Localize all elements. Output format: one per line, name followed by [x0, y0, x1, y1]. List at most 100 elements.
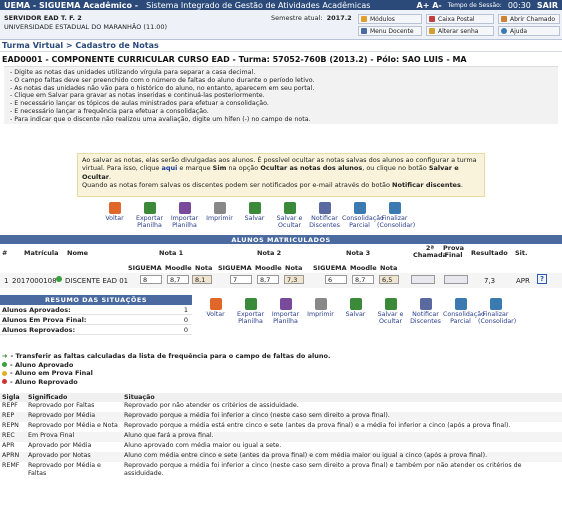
arrow-left-button[interactable]: Voltar: [97, 202, 132, 229]
import-spreadsheet-button[interactable]: Importar Planilha: [268, 298, 303, 325]
summary-row: Alunos Em Prova Final: 0: [0, 315, 192, 325]
instruction-item: - É necessário lançar a frequência para …: [10, 107, 209, 115]
teacher-menu-icon: [361, 28, 367, 34]
toolbar-label: Notificar Discentes: [410, 311, 441, 325]
nota1-final-field: 8,1: [192, 275, 212, 284]
nota3-final-field: 6,5: [379, 275, 399, 284]
toolbar-label: Finalizar (Consolidar): [478, 311, 517, 325]
student-matricula: 2017000108: [12, 277, 57, 285]
toolbar-label: Consolidação Parcial: [443, 311, 485, 325]
nota1-moodle-field: 8,7: [167, 275, 189, 284]
logout-button[interactable]: SAIR: [537, 1, 558, 10]
user-name: SERVIDOR EAD T. F. 2: [4, 14, 82, 22]
change-password-button[interactable]: Alterar senha: [426, 26, 494, 36]
teacher-menu-button[interactable]: Menu Docente: [358, 26, 422, 36]
breadcrumb: Turma Virtual > Cadastro de Notas: [0, 40, 562, 52]
nota3-moodle-field: 8,7: [352, 275, 374, 284]
notify-button[interactable]: Notificar Discentes: [408, 298, 443, 325]
status-badge: APR: [516, 277, 530, 285]
partial-consolidation-button[interactable]: Consolidação Parcial: [443, 298, 485, 325]
nota3-siguema-input[interactable]: 6: [325, 275, 347, 284]
table-row: REPN Reprovado por Média e Nota Reprovado …: [2, 422, 511, 429]
save-icon: [349, 298, 362, 310]
font-size-controls[interactable]: A+ A-: [417, 1, 442, 10]
export-spreadsheet-icon: [143, 202, 156, 214]
ticket-icon: [501, 16, 507, 22]
printer-button[interactable]: Imprimir: [303, 298, 338, 325]
action-toolbar-bottom: Voltar Exportar Planilha Importar Planilha…: [198, 298, 517, 325]
save-button[interactable]: Salvar: [338, 298, 373, 325]
summary-header: RESUMO DAS SITUAÇÕES: [0, 295, 192, 305]
institution: UNIVERSIDADE ESTADUAL DO MARANHÃO (11.00…: [4, 23, 168, 31]
help-button[interactable]: Ajuda: [498, 26, 560, 36]
mailbox-icon: [429, 16, 435, 22]
table-row: REPF Reprovado por Faltas Reprovado por nã…: [2, 402, 299, 409]
final-exam-icon: [2, 370, 7, 376]
arrow-left-icon: [108, 202, 121, 214]
session-label: Tempo de Sessão:: [447, 1, 502, 9]
toolbar-label: Voltar: [105, 215, 124, 222]
transfer-arrow-icon: ➜: [2, 352, 8, 360]
result-value: 7,3: [484, 277, 496, 285]
toolbar-label: Exportar Planilha: [135, 215, 164, 229]
table-row: APRN Aprovado por Notas Aluno com média en…: [0, 452, 562, 462]
student-name: DISCENTE EAD 01: [65, 277, 129, 285]
visibility-notice: Ao salvar as notas, elas serão divulgada…: [77, 153, 485, 197]
printer-icon: [213, 202, 226, 214]
status-summary: RESUMO DAS SITUAÇÕES Alunos Aprovados: 1 …: [0, 295, 192, 335]
partial-consolidation-icon: [454, 298, 467, 310]
partial-consolidation-button[interactable]: Consolidação Parcial: [342, 202, 384, 229]
app-brand: UEMA - SIGUEMA Acadêmico -: [4, 0, 139, 10]
nota2-siguema-input[interactable]: 7: [230, 275, 252, 284]
save-hide-button[interactable]: Salvar e Ocultar: [272, 202, 307, 229]
instruction-item: - O campo faltas deve ser preenchido com…: [10, 76, 315, 84]
summary-row: Alunos Reprovados: 0: [0, 325, 192, 335]
finalize-icon: [489, 298, 502, 310]
toolbar-label: Salvar e Ocultar: [377, 311, 404, 325]
help-icon: [501, 28, 507, 34]
class-title: EAD0001 - COMPONENTE CURRICULAR CURSO EA…: [2, 54, 467, 64]
table-header-row: Sigla Significado Situação: [0, 393, 562, 402]
export-spreadsheet-button[interactable]: Exportar Planilha: [132, 202, 167, 229]
finalize-button[interactable]: Finalizar (Consolidar): [478, 298, 517, 325]
toolbar-label: Imprimir: [307, 311, 334, 318]
instruction-item: - Clique em Salvar para gravar as notas …: [10, 92, 265, 100]
open-ticket-button[interactable]: Abrir Chamado: [498, 14, 560, 24]
mailbox-button[interactable]: Caixa Postal: [426, 14, 494, 24]
abbreviations-table: Sigla Significado Situação REPF Reprovado…: [0, 393, 562, 477]
export-spreadsheet-button[interactable]: Exportar Planilha: [233, 298, 268, 325]
notify-button[interactable]: Notificar Discentes: [307, 202, 342, 229]
printer-button[interactable]: Imprimir: [202, 202, 237, 229]
toolbar-label: Salvar: [244, 215, 265, 222]
second-call-input[interactable]: [411, 275, 435, 284]
save-hide-button[interactable]: Salvar e Ocultar: [373, 298, 408, 325]
import-spreadsheet-button[interactable]: Importar Planilha: [167, 202, 202, 229]
final-exam-input[interactable]: [444, 275, 468, 284]
save-button[interactable]: Salvar: [237, 202, 272, 229]
nota1-siguema-input[interactable]: 8: [140, 275, 162, 284]
nota2-moodle-field: 8,7: [257, 275, 279, 284]
here-link[interactable]: aqui: [161, 164, 177, 172]
system-name: Sistema Integrado de Gestão de Atividade…: [146, 0, 371, 10]
user-info-bar: SERVIDOR EAD T. F. 2 UNIVERSIDADE ESTADU…: [0, 10, 562, 40]
save-icon: [248, 202, 261, 214]
toolbar-label: Salvar: [345, 311, 366, 318]
legend: ➜ - Transferir as faltas calculadas da l…: [2, 352, 331, 386]
import-spreadsheet-icon: [178, 202, 191, 214]
toolbar-label: Notificar Discentes: [309, 215, 340, 229]
notify-icon: [318, 202, 331, 214]
finalize-button[interactable]: Finalizar (Consolidar): [377, 202, 415, 229]
partial-consolidation-icon: [353, 202, 366, 214]
modules-button[interactable]: Módulos: [358, 14, 422, 24]
current-semester: Semestre atual: 2017.2: [271, 14, 352, 22]
action-toolbar-top: Voltar Exportar Planilha Importar Planilha…: [97, 202, 415, 229]
modules-icon: [361, 16, 367, 22]
arrow-left-button[interactable]: Voltar: [198, 298, 233, 325]
toolbar-label: Importar Planilha: [170, 215, 199, 229]
instruction-item: - É necessário lançar os tópicos de aula…: [10, 100, 269, 108]
import-spreadsheet-icon: [279, 298, 292, 310]
help-icon[interactable]: ?: [537, 274, 547, 284]
save-hide-icon: [384, 298, 397, 310]
instructions-box: - Digite as notas das unidades utilizand…: [4, 66, 558, 124]
arrow-left-icon: [209, 298, 222, 310]
